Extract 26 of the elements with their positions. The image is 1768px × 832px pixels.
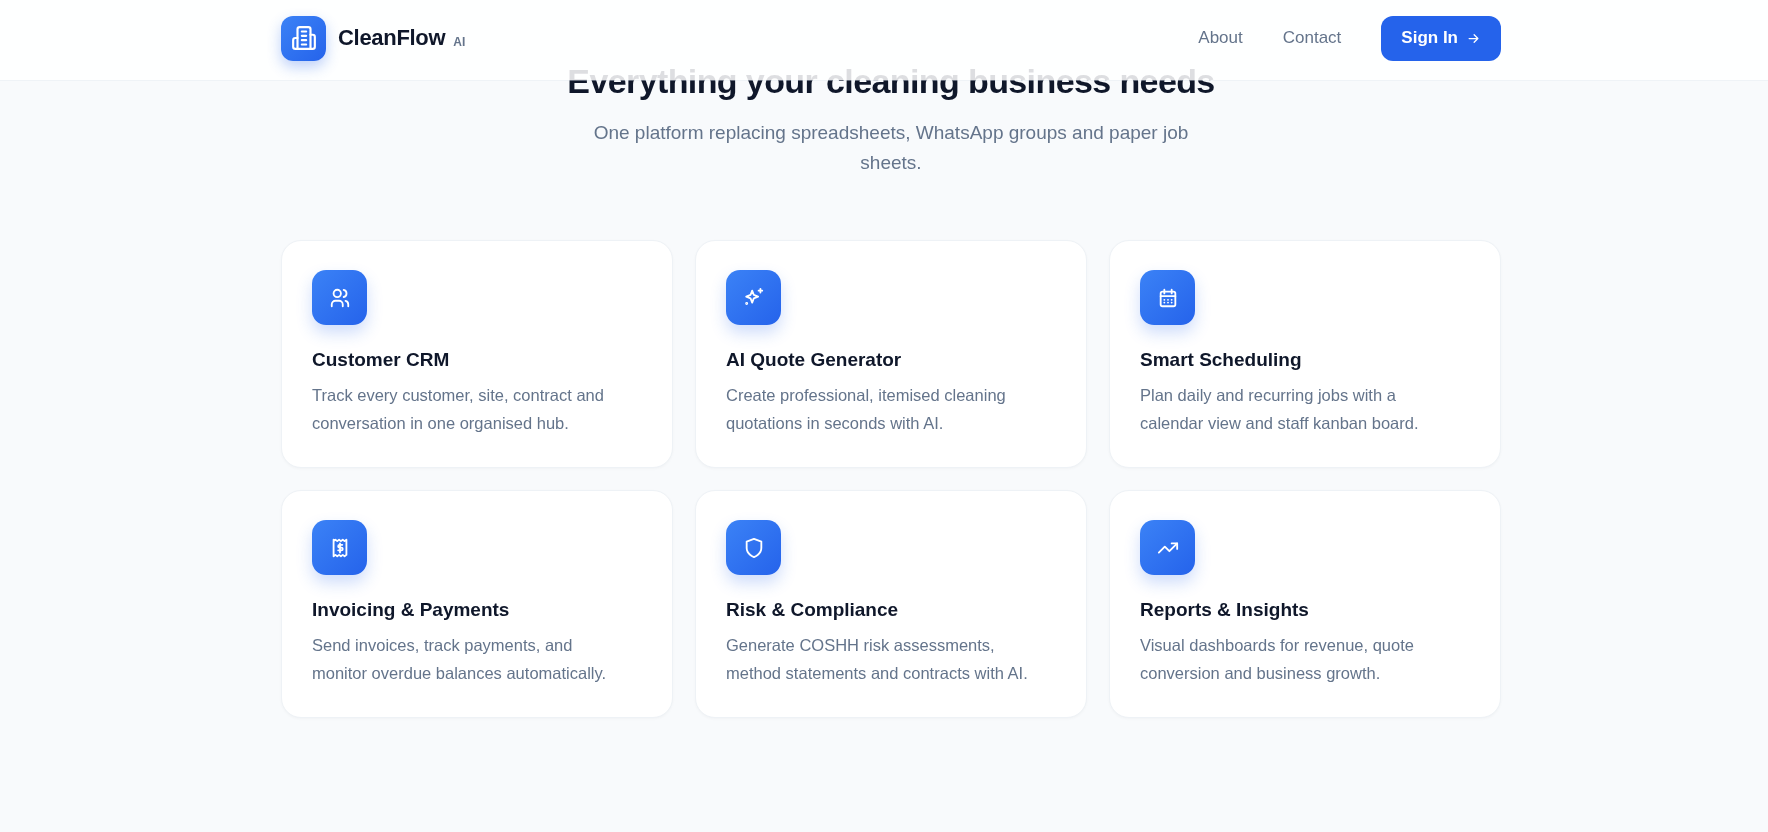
brand-suffix: AI — [453, 35, 466, 49]
feature-title: Reports & Insights — [1140, 598, 1310, 622]
trend-up-icon — [1140, 520, 1195, 575]
sparkle-icon — [726, 270, 781, 325]
nav-link[interactable]: About — [1198, 28, 1243, 48]
feature-description: Generate COSHH risk assessments, method statements and contracts with AI. — [726, 635, 1029, 684]
feature-title: Customer CRM — [312, 348, 451, 372]
feature-title: AI Quote Generator — [726, 348, 903, 372]
section-title: Everything your cleaning business needs — [567, 61, 1215, 102]
feature-description: Track every customer, site, contract and conversation in one organised hub. — [312, 385, 605, 434]
shield-icon — [726, 520, 781, 575]
logo-icon[interactable] — [281, 15, 326, 61]
receipt-icon — [312, 520, 367, 575]
feature-description: Plan daily and recurring jobs with a calendar view and staff kanban board. — [1140, 385, 1420, 434]
users-icon — [312, 270, 367, 325]
feature-title: Invoicing & Payments — [312, 598, 511, 622]
feature-description: Send invoices, track payments, and monitor overdue balances automatically. — [312, 635, 608, 684]
section-subtitle: One platform replacing spreadsheets, WhatsApp groups and paper job sheets. — [592, 121, 1190, 175]
calendar-icon — [1140, 270, 1195, 325]
feature-title: Smart Scheduling — [1140, 348, 1303, 372]
feature-description: Visual dashboards for revenue, quote conversion and business growth. — [1140, 635, 1415, 684]
sign-in-button[interactable]: Sign In — [1381, 15, 1501, 61]
feature-title: Risk & Compliance — [726, 598, 900, 622]
nav-link[interactable]: Contact — [1282, 28, 1342, 48]
feature-description: Create professional, itemised cleaning quotations in seconds with AI. — [726, 385, 1007, 434]
brand-name[interactable]: CleanFlow — [338, 25, 446, 51]
